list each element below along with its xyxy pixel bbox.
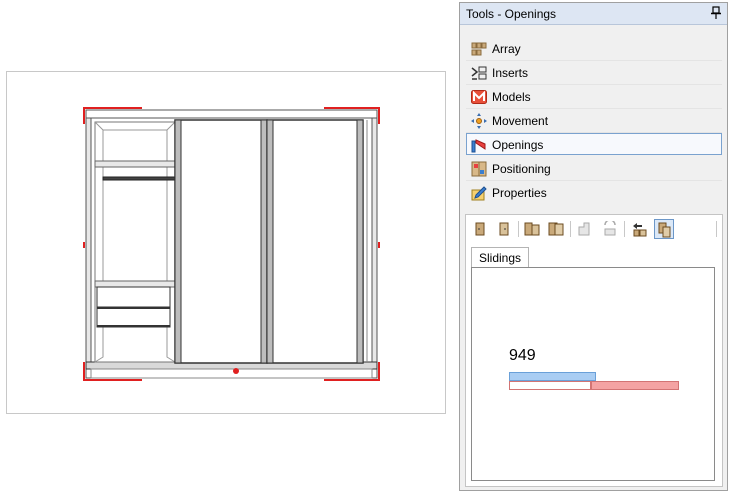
menu-item-movement[interactable]: Movement (466, 109, 722, 131)
models-icon (471, 90, 487, 104)
sliding-door-icon (548, 222, 564, 236)
back-door-bar[interactable] (591, 381, 679, 390)
single-door-left-button[interactable] (470, 219, 490, 239)
openings-toolbar (466, 215, 722, 242)
slidings-tab-body: 949 (471, 267, 715, 481)
positioning-icon (471, 161, 487, 177)
sliding-door-2 (266, 119, 364, 364)
sliding-door-button[interactable] (546, 219, 566, 239)
shelf (94, 160, 176, 168)
flap-button[interactable] (600, 219, 620, 239)
double-door-icon (524, 222, 540, 236)
drawer-icon (578, 222, 590, 236)
drawer-1 (96, 286, 171, 308)
panel-title: Tools - Openings (466, 7, 557, 21)
openings-icon (471, 139, 486, 153)
menu-item-positioning[interactable]: Positioning (466, 157, 722, 179)
opening-width-value: 949 (509, 347, 536, 364)
hanging-rail (102, 176, 176, 181)
panel-title-bar: Tools - Openings (460, 3, 727, 25)
menu-item-models[interactable]: Models (466, 85, 722, 107)
tools-panel: Tools - Openings Array Inserts Models Mo… (459, 2, 728, 491)
arrow-left-icon (633, 223, 647, 237)
drawer-button[interactable] (574, 219, 594, 239)
menu-item-array[interactable]: Array (466, 37, 722, 59)
front-door-bar[interactable] (509, 372, 596, 381)
menu-item-inserts[interactable]: Inserts (466, 61, 722, 83)
door-outline-bar (509, 381, 591, 390)
flap-icon (604, 221, 616, 236)
menu-item-openings[interactable]: Openings (466, 133, 722, 155)
sliding-door-1 (174, 119, 268, 364)
drawer-2 (96, 306, 171, 328)
door-left-icon (475, 222, 485, 236)
wardrobe-drawing (83, 107, 380, 381)
drawer-top (94, 280, 176, 288)
movement-icon (471, 113, 487, 129)
insertion-point (233, 368, 239, 374)
menu-item-properties[interactable]: Properties (466, 181, 722, 203)
sliding-mode-icon (658, 222, 671, 238)
drawing-viewport[interactable] (6, 71, 446, 414)
properties-icon (471, 186, 487, 201)
double-door-button[interactable] (522, 219, 542, 239)
openings-content: Slidings 949 (465, 214, 723, 487)
inserts-icon (471, 66, 487, 80)
pin-icon[interactable] (710, 6, 722, 20)
single-door-right-button[interactable] (494, 219, 514, 239)
move-left-button[interactable] (630, 219, 650, 239)
door-right-icon (499, 222, 509, 236)
array-icon (471, 42, 487, 56)
tab-slidings[interactable]: Slidings (471, 247, 530, 268)
sliding-mode-button[interactable] (654, 219, 674, 239)
